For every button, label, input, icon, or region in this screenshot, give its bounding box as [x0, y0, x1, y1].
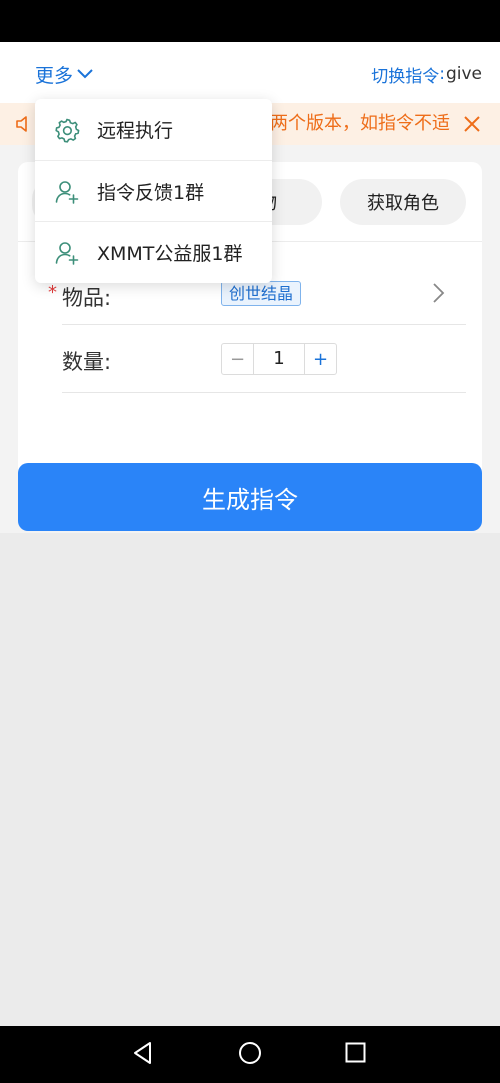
quantity-value[interactable]: 1: [254, 344, 304, 374]
home-icon[interactable]: [238, 1041, 262, 1065]
switch-command-separator: :: [439, 64, 445, 84]
generate-command-button[interactable]: 生成指令: [18, 463, 482, 531]
close-icon[interactable]: [462, 114, 482, 134]
item-label: 物品:: [62, 286, 112, 310]
increment-button[interactable]: +: [304, 344, 336, 374]
add-user-icon: [55, 242, 79, 265]
speaker-icon: [16, 116, 27, 132]
recents-icon[interactable]: [345, 1042, 366, 1063]
quantity-stepper: − 1 +: [221, 343, 337, 375]
menu-item-label: 远程执行: [97, 120, 174, 142]
quantity-row: 数量: − 1 +: [62, 325, 466, 393]
settings-icon: [55, 118, 80, 143]
menu-item-remote-execute[interactable]: 远程执行: [35, 99, 272, 160]
chevron-down-icon: [77, 69, 93, 79]
status-bar: [0, 0, 500, 42]
menu-item-label: XMMT公益服1群: [97, 242, 243, 265]
required-mark: *: [48, 282, 57, 303]
switch-command-label: 切换指令: [371, 66, 440, 87]
more-dropdown-menu: 远程执行 指令反馈1群 XMMT公益服1群: [35, 99, 272, 283]
menu-item-label: 指令反馈1群: [97, 181, 205, 204]
back-icon[interactable]: [132, 1041, 154, 1065]
menu-item-feedback-group[interactable]: 指令反馈1群: [35, 160, 272, 221]
switch-command-value: give: [445, 64, 482, 84]
menu-item-public-server-group[interactable]: XMMT公益服1群: [35, 221, 272, 282]
system-nav-bar: [0, 1026, 500, 1083]
add-user-icon: [55, 181, 79, 204]
switch-command-link[interactable]: 切换指令: give: [371, 60, 482, 88]
tab-get-character-label: 获取角色: [367, 193, 439, 214]
chevron-right-icon[interactable]: [432, 282, 446, 304]
tab-get-character[interactable]: 获取角色: [340, 179, 466, 225]
decrement-button[interactable]: −: [222, 344, 254, 374]
more-label: 更多: [35, 64, 74, 87]
quantity-label: 数量:: [62, 350, 112, 374]
item-value-tag[interactable]: 创世结晶: [221, 281, 302, 306]
more-menu-button[interactable]: 更多: [35, 60, 94, 88]
